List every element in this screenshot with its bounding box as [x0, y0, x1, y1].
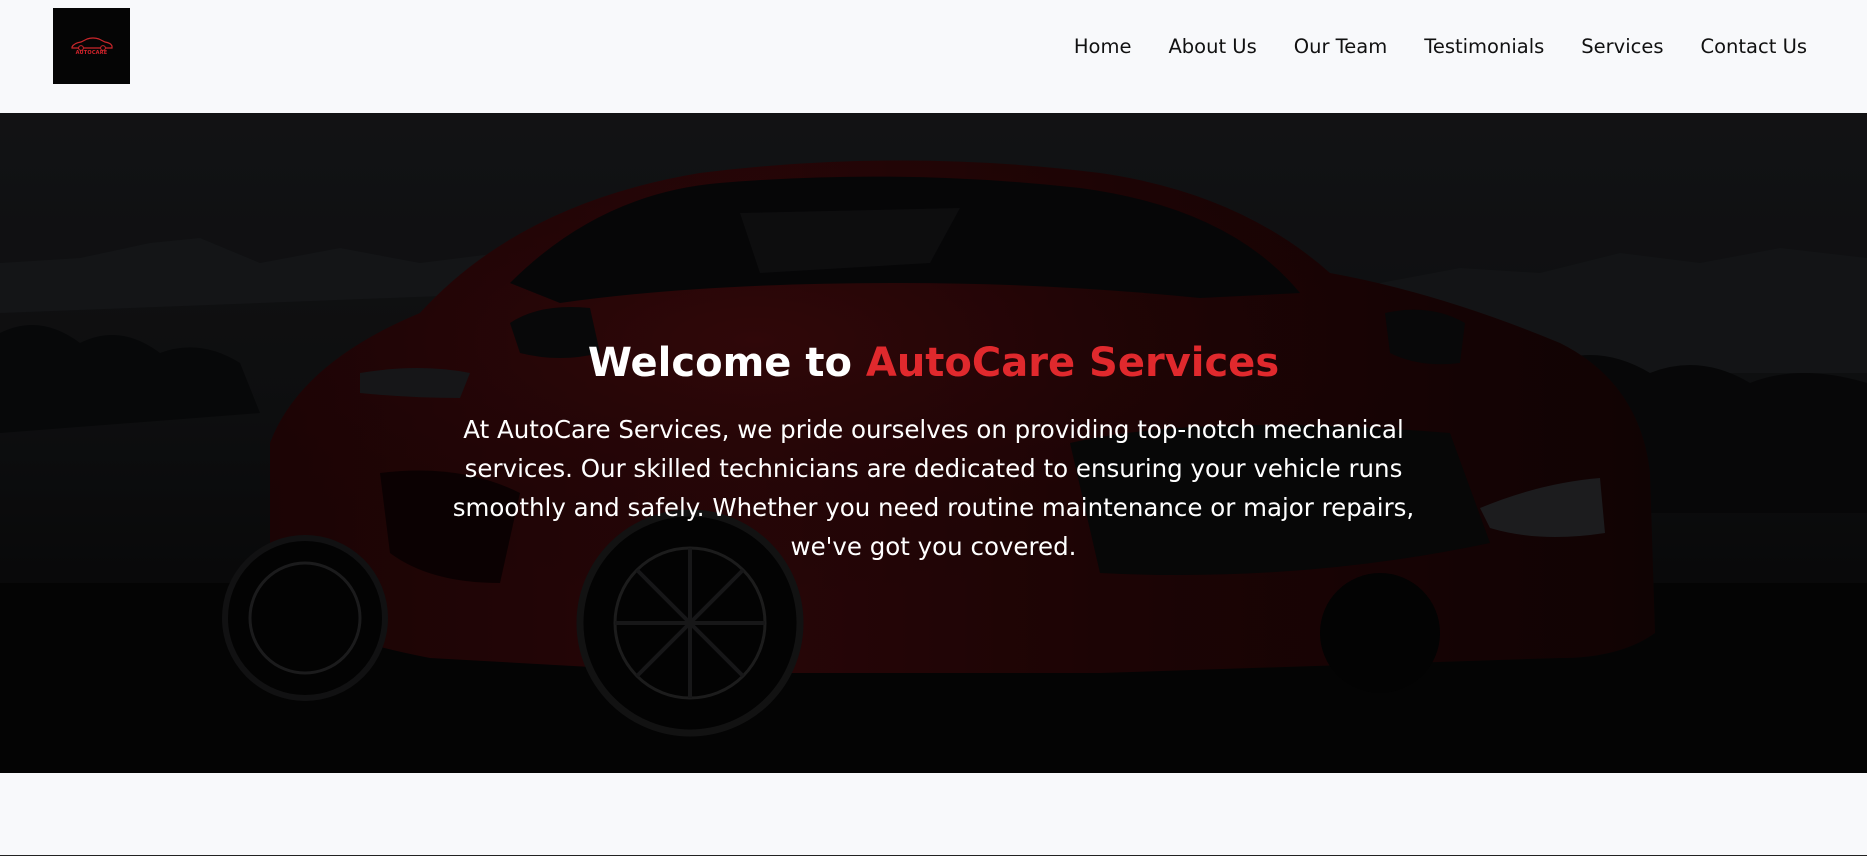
- nav-testimonials[interactable]: Testimonials: [1424, 32, 1544, 62]
- hero-content: Welcome to AutoCare Services At AutoCare…: [0, 338, 1867, 566]
- hero-title: Welcome to AutoCare Services: [0, 338, 1867, 388]
- nav-services[interactable]: Services: [1581, 32, 1663, 62]
- main-nav: Home About Us Our Team Testimonials Serv…: [1037, 32, 1807, 62]
- nav-about-us[interactable]: About Us: [1168, 32, 1256, 62]
- nav-home[interactable]: Home: [1074, 32, 1132, 62]
- logo-text: AUTOCARE: [75, 50, 108, 56]
- next-section: [0, 773, 1867, 856]
- hero-title-brand: AutoCare Services: [865, 340, 1280, 386]
- hero-description: At AutoCare Services, we pride ourselves…: [452, 415, 1415, 561]
- site-header: AUTOCARE Home About Us Our Team Testimon…: [0, 0, 1867, 113]
- hero-section: Welcome to AutoCare Services At AutoCare…: [0, 113, 1867, 773]
- nav-contact-us[interactable]: Contact Us: [1701, 32, 1808, 62]
- logo[interactable]: AUTOCARE: [53, 8, 130, 84]
- nav-our-team[interactable]: Our Team: [1294, 32, 1387, 62]
- hero-title-prefix: Welcome to: [587, 340, 866, 386]
